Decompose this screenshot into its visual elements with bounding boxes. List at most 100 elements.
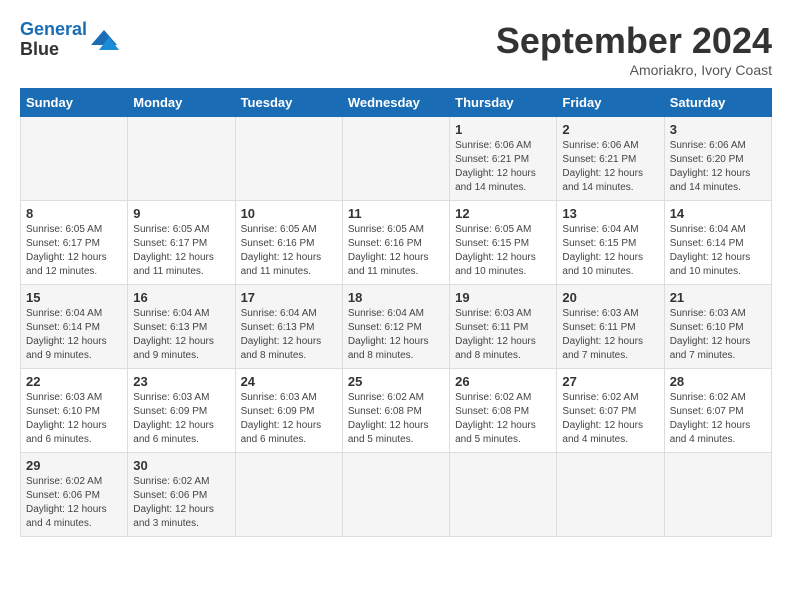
calendar-cell: 2 Sunrise: 6:06 AMSunset: 6:21 PMDaylight… (557, 117, 664, 201)
day-info: Sunrise: 6:05 AMSunset: 6:17 PMDaylight:… (26, 223, 122, 279)
day-number: 25 (348, 374, 444, 389)
calendar-cell: 1 Sunrise: 6:06 AMSunset: 6:21 PMDaylight… (450, 117, 557, 201)
day-info: Sunrise: 6:02 AMSunset: 6:07 PMDaylight:… (562, 391, 658, 447)
day-info: Sunrise: 6:02 AMSunset: 6:08 PMDaylight:… (348, 391, 444, 447)
day-number: 10 (241, 206, 337, 221)
calendar-cell: 22 Sunrise: 6:03 AMSunset: 6:10 PMDayligh… (21, 369, 128, 453)
page-header: GeneralBlue September 2024 Amoriakro, Iv… (20, 20, 772, 78)
day-number: 28 (670, 374, 766, 389)
day-number: 19 (455, 290, 551, 305)
day-info: Sunrise: 6:05 AMSunset: 6:17 PMDaylight:… (133, 223, 229, 279)
day-info: Sunrise: 6:03 AMSunset: 6:10 PMDaylight:… (26, 391, 122, 447)
calendar-cell (342, 453, 449, 537)
day-number: 23 (133, 374, 229, 389)
day-info: Sunrise: 6:04 AMSunset: 6:14 PMDaylight:… (26, 307, 122, 363)
day-info: Sunrise: 6:04 AMSunset: 6:13 PMDaylight:… (241, 307, 337, 363)
day-number: 11 (348, 206, 444, 221)
day-number: 26 (455, 374, 551, 389)
calendar-cell (450, 453, 557, 537)
day-info: Sunrise: 6:06 AMSunset: 6:21 PMDaylight:… (455, 139, 551, 195)
calendar-cell: 21 Sunrise: 6:03 AMSunset: 6:10 PMDayligh… (664, 285, 771, 369)
calendar-cell: 29 Sunrise: 6:02 AMSunset: 6:06 PMDayligh… (21, 453, 128, 537)
day-number: 29 (26, 458, 122, 473)
calendar-cell: 19 Sunrise: 6:03 AMSunset: 6:11 PMDayligh… (450, 285, 557, 369)
logo-text: GeneralBlue (20, 20, 87, 60)
calendar-week-row: 22 Sunrise: 6:03 AMSunset: 6:10 PMDayligh… (21, 369, 772, 453)
day-info: Sunrise: 6:05 AMSunset: 6:16 PMDaylight:… (348, 223, 444, 279)
calendar-cell: 30 Sunrise: 6:02 AMSunset: 6:06 PMDayligh… (128, 453, 235, 537)
calendar-cell: 15 Sunrise: 6:04 AMSunset: 6:14 PMDayligh… (21, 285, 128, 369)
day-info: Sunrise: 6:03 AMSunset: 6:09 PMDaylight:… (241, 391, 337, 447)
calendar-cell (128, 117, 235, 201)
calendar-cell: 25 Sunrise: 6:02 AMSunset: 6:08 PMDayligh… (342, 369, 449, 453)
day-info: Sunrise: 6:02 AMSunset: 6:08 PMDaylight:… (455, 391, 551, 447)
calendar-cell: 3 Sunrise: 6:06 AMSunset: 6:20 PMDaylight… (664, 117, 771, 201)
calendar-cell: 18Sunrise: 6:04 AMSunset: 6:12 PMDayligh… (342, 285, 449, 369)
day-number: 3 (670, 122, 766, 137)
calendar-cell: 8 Sunrise: 6:05 AMSunset: 6:17 PMDaylight… (21, 201, 128, 285)
day-info: Sunrise: 6:04 AMSunset: 6:14 PMDaylight:… (670, 223, 766, 279)
day-number: 24 (241, 374, 337, 389)
day-info: Sunrise: 6:04 AMSunset: 6:15 PMDaylight:… (562, 223, 658, 279)
day-info: Sunrise: 6:03 AMSunset: 6:10 PMDaylight:… (670, 307, 766, 363)
day-info: Sunrise: 6:02 AMSunset: 6:06 PMDaylight:… (26, 475, 122, 531)
weekday-header: Friday (557, 89, 664, 117)
calendar-cell: 9 Sunrise: 6:05 AMSunset: 6:17 PMDaylight… (128, 201, 235, 285)
calendar-cell: 10 Sunrise: 6:05 AMSunset: 6:16 PMDayligh… (235, 201, 342, 285)
calendar-cell: 11 Sunrise: 6:05 AMSunset: 6:16 PMDayligh… (342, 201, 449, 285)
calendar-week-row: 29 Sunrise: 6:02 AMSunset: 6:06 PMDayligh… (21, 453, 772, 537)
logo: GeneralBlue (20, 20, 119, 60)
day-info: Sunrise: 6:06 AMSunset: 6:20 PMDaylight:… (670, 139, 766, 195)
weekday-header: Sunday (21, 89, 128, 117)
weekday-header-row: SundayMondayTuesdayWednesdayThursdayFrid… (21, 89, 772, 117)
logo-icon (89, 25, 119, 55)
day-number: 12 (455, 206, 551, 221)
calendar-cell: 12 Sunrise: 6:05 AMSunset: 6:15 PMDayligh… (450, 201, 557, 285)
day-number: 22 (26, 374, 122, 389)
calendar-cell: 13Sunrise: 6:04 AMSunset: 6:15 PMDayligh… (557, 201, 664, 285)
day-number: 9 (133, 206, 229, 221)
day-number: 1 (455, 122, 551, 137)
calendar-cell: 20Sunrise: 6:03 AMSunset: 6:11 PMDayligh… (557, 285, 664, 369)
day-number: 18 (348, 290, 444, 305)
calendar-cell (342, 117, 449, 201)
day-info: Sunrise: 6:04 AMSunset: 6:13 PMDaylight:… (133, 307, 229, 363)
calendar-cell (664, 453, 771, 537)
calendar-cell (21, 117, 128, 201)
calendar-cell: 28 Sunrise: 6:02 AMSunset: 6:07 PMDayligh… (664, 369, 771, 453)
weekday-header: Wednesday (342, 89, 449, 117)
day-number: 21 (670, 290, 766, 305)
calendar-cell (235, 453, 342, 537)
weekday-header: Monday (128, 89, 235, 117)
weekday-header: Thursday (450, 89, 557, 117)
weekday-header: Saturday (664, 89, 771, 117)
calendar-week-row: 15 Sunrise: 6:04 AMSunset: 6:14 PMDayligh… (21, 285, 772, 369)
calendar-cell (557, 453, 664, 537)
day-number: 8 (26, 206, 122, 221)
day-number: 14 (670, 206, 766, 221)
calendar-cell: 14 Sunrise: 6:04 AMSunset: 6:14 PMDayligh… (664, 201, 771, 285)
calendar-cell: 26 Sunrise: 6:02 AMSunset: 6:08 PMDayligh… (450, 369, 557, 453)
month-title: September 2024 (496, 20, 772, 62)
day-number: 16 (133, 290, 229, 305)
calendar-week-row: 1 Sunrise: 6:06 AMSunset: 6:21 PMDaylight… (21, 117, 772, 201)
day-info: Sunrise: 6:03 AMSunset: 6:11 PMDaylight:… (455, 307, 551, 363)
calendar-cell: 24 Sunrise: 6:03 AMSunset: 6:09 PMDayligh… (235, 369, 342, 453)
day-info: Sunrise: 6:05 AMSunset: 6:16 PMDaylight:… (241, 223, 337, 279)
calendar-table: SundayMondayTuesdayWednesdayThursdayFrid… (20, 88, 772, 537)
day-number: 20 (562, 290, 658, 305)
day-number: 17 (241, 290, 337, 305)
calendar-cell: 17 Sunrise: 6:04 AMSunset: 6:13 PMDayligh… (235, 285, 342, 369)
calendar-cell: 27Sunrise: 6:02 AMSunset: 6:07 PMDayligh… (557, 369, 664, 453)
day-number: 15 (26, 290, 122, 305)
day-info: Sunrise: 6:02 AMSunset: 6:06 PMDaylight:… (133, 475, 229, 531)
day-info: Sunrise: 6:02 AMSunset: 6:07 PMDaylight:… (670, 391, 766, 447)
day-info: Sunrise: 6:03 AMSunset: 6:09 PMDaylight:… (133, 391, 229, 447)
weekday-header: Tuesday (235, 89, 342, 117)
day-info: Sunrise: 6:06 AMSunset: 6:21 PMDaylight:… (562, 139, 658, 195)
day-info: Sunrise: 6:05 AMSunset: 6:15 PMDaylight:… (455, 223, 551, 279)
day-number: 30 (133, 458, 229, 473)
location: Amoriakro, Ivory Coast (496, 62, 772, 78)
day-number: 2 (562, 122, 658, 137)
calendar-cell: 16 Sunrise: 6:04 AMSunset: 6:13 PMDayligh… (128, 285, 235, 369)
